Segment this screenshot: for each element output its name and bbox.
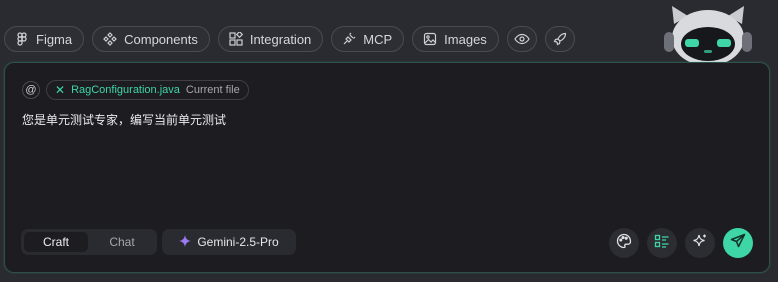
- context-row: @ ✕ RagConfiguration.java Current file: [22, 80, 249, 100]
- current-file-chip[interactable]: ✕ RagConfiguration.java Current file: [46, 80, 249, 100]
- close-icon[interactable]: ✕: [55, 84, 65, 96]
- send-button[interactable]: [723, 228, 753, 258]
- integration-chip[interactable]: Integration: [217, 26, 324, 52]
- figma-chip[interactable]: Figma: [4, 26, 85, 52]
- components-label: Components: [124, 31, 198, 47]
- integration-icon: [229, 32, 243, 46]
- mcp-chip[interactable]: MCP: [331, 26, 405, 52]
- images-label: Images: [444, 31, 487, 47]
- checklist-icon: [654, 233, 670, 254]
- model-name: Gemini-2.5-Pro: [197, 235, 279, 249]
- mention-button[interactable]: @: [22, 81, 40, 99]
- mode-chat[interactable]: Chat: [90, 232, 154, 252]
- eye-icon: [514, 33, 530, 45]
- components-icon: [103, 32, 117, 46]
- robot-mascot: [658, 4, 758, 66]
- theme-button[interactable]: [609, 228, 639, 258]
- gemini-icon: [179, 234, 192, 250]
- model-selector[interactable]: Gemini-2.5-Pro: [162, 229, 296, 255]
- components-chip[interactable]: Components: [92, 26, 210, 52]
- plug-icon: [342, 32, 356, 46]
- preview-button[interactable]: [506, 26, 537, 52]
- images-chip[interactable]: Images: [412, 26, 499, 52]
- chat-input-panel: @ ✕ RagConfiguration.java Current file 您…: [4, 62, 770, 273]
- figma-label: Figma: [36, 31, 73, 47]
- rocket-icon: [553, 32, 567, 46]
- mode-toggle: Craft Chat: [21, 229, 157, 255]
- image-icon: [423, 32, 437, 46]
- mcp-label: MCP: [363, 31, 393, 47]
- figma-icon: [15, 32, 29, 46]
- mode-craft[interactable]: Craft: [24, 232, 88, 252]
- at-icon: @: [25, 84, 37, 96]
- deploy-button[interactable]: [544, 26, 575, 52]
- checklist-button[interactable]: [647, 228, 677, 258]
- palette-icon: [616, 233, 632, 254]
- integration-label: Integration: [249, 31, 312, 47]
- file-tag: Current file: [185, 84, 240, 96]
- enhance-prompt-button[interactable]: [685, 228, 715, 258]
- prompt-input[interactable]: 您是单元测试专家，编写当前单元测试: [22, 111, 226, 128]
- integration-toolbar: Figma Components Integration MCP Images: [4, 26, 575, 52]
- send-icon: [730, 233, 746, 254]
- sparkle-icon: [692, 233, 708, 254]
- file-name: RagConfiguration.java: [71, 84, 180, 96]
